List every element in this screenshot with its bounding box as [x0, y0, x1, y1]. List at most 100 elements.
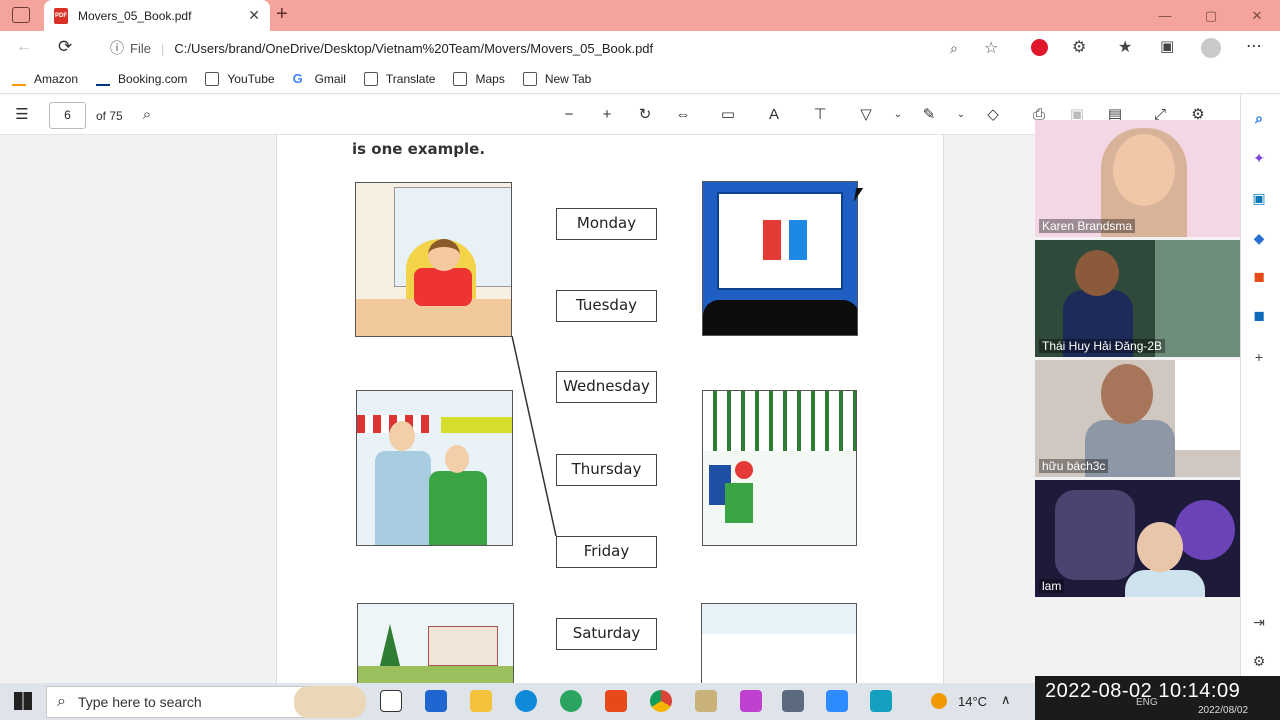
day-box-thursday: Thursday — [556, 454, 657, 486]
outlook-icon[interactable]: ◼ — [1249, 305, 1269, 325]
video-tile-2[interactable]: Thái Huy Hải Đăng-2B — [1035, 240, 1244, 357]
participant-name: lam — [1039, 579, 1065, 593]
tray-chevron-icon[interactable]: ∧ — [1001, 692, 1011, 708]
find-icon[interactable]: ⌕ — [136, 104, 158, 126]
office-icon[interactable]: ◼ — [1249, 266, 1269, 286]
zoom-icon[interactable]: ⌕ — [950, 40, 958, 57]
weather-icon — [931, 693, 947, 709]
maximize-icon[interactable]: ▢ — [1188, 0, 1234, 31]
contents-icon[interactable]: ☰ — [11, 104, 33, 126]
favorite-add-icon[interactable]: ☆ — [984, 38, 998, 58]
fit-width-icon[interactable]: ⇔ — [672, 104, 694, 126]
video-tile-1[interactable]: Karen Brandsma — [1035, 120, 1244, 237]
sidebar-settings-icon[interactable]: ⚙ — [1249, 651, 1269, 671]
url-box[interactable]: ⓘ File | C:/Users/brand/OneDrive/Desktop… — [96, 35, 1012, 61]
browser-tab[interactable]: PDF Movers_05_Book.pdf ✕ — [44, 0, 270, 31]
extensions-icon[interactable]: ⚙ — [1072, 37, 1086, 57]
day-box-saturday: Saturday — [556, 618, 657, 650]
windows-start-icon[interactable] — [14, 692, 32, 710]
back-icon[interactable]: ← — [16, 38, 32, 56]
page-number-input[interactable]: 6 — [49, 102, 86, 129]
zoom-icon[interactable] — [826, 690, 848, 712]
bookmarks-bar: Amazon Booking.com YouTube G Gmail Transl… — [0, 64, 1280, 94]
collections-icon[interactable]: ▣ — [1160, 37, 1174, 55]
page-icon — [205, 71, 220, 86]
eraser-icon[interactable]: ◇ — [982, 104, 1004, 126]
new-tab-button[interactable]: + — [276, 3, 288, 26]
lang-indicator[interactable]: ENG — [1136, 697, 1158, 708]
answer-line — [511, 335, 557, 537]
rotate-icon[interactable]: ↻ — [634, 104, 656, 126]
read-aloud-icon[interactable]: A — [763, 104, 785, 126]
minimize-icon[interactable]: — — [1142, 0, 1188, 31]
tab-close-icon[interactable]: ✕ — [248, 7, 260, 24]
profile-avatar[interactable] — [1201, 38, 1221, 58]
booking-icon — [96, 72, 111, 86]
edge-icon[interactable] — [515, 690, 537, 712]
video-tile-3[interactable]: hữu bách3c — [1035, 360, 1244, 477]
window-controls: — ▢ ✕ — [1142, 0, 1280, 31]
text-box-icon[interactable]: ⊤ — [809, 104, 831, 126]
bookmark-gmail[interactable]: G Gmail — [292, 70, 346, 86]
page-total: of 75 — [96, 109, 123, 123]
add-icon[interactable]: + — [1249, 347, 1269, 367]
chevron-down-icon[interactable]: ⌄ — [950, 104, 972, 126]
favorites-icon[interactable]: ★ — [1118, 37, 1132, 57]
opera-icon[interactable] — [1031, 39, 1048, 56]
url-divider: | — [160, 40, 165, 56]
globe-icon[interactable] — [560, 690, 582, 712]
draw-icon[interactable]: ▽ — [855, 104, 877, 126]
tab-actions-icon[interactable] — [12, 7, 30, 23]
picture-cinema — [702, 181, 858, 336]
zoom-in-icon[interactable]: + — [596, 104, 618, 126]
zoom-out-icon[interactable]: − — [558, 104, 580, 126]
picture-snowball — [702, 390, 857, 546]
day-box-friday: Friday — [556, 536, 657, 568]
page-view-icon[interactable]: ▭ — [717, 104, 739, 126]
search-placeholder: Type here to search — [77, 694, 202, 710]
info-icon: ⓘ — [110, 40, 124, 56]
shopping-icon[interactable]: ▣ — [1249, 188, 1269, 208]
store-icon[interactable] — [425, 690, 447, 712]
paint-icon[interactable] — [695, 690, 717, 712]
google-icon: G — [292, 70, 303, 86]
url-text: C:/Users/brand/OneDrive/Desktop/Vietnam%… — [174, 40, 654, 56]
close-window-icon[interactable]: ✕ — [1234, 0, 1280, 31]
day-box-monday: Monday — [556, 208, 657, 240]
page-icon — [522, 71, 537, 86]
search-icon[interactable]: ⌕ — [1249, 108, 1269, 128]
video-tile-4[interactable]: lam — [1035, 480, 1244, 597]
picture-market — [356, 390, 513, 546]
tab-title: Movers_05_Book.pdf — [78, 8, 192, 23]
bookmark-youtube[interactable]: YouTube — [205, 71, 275, 86]
camera-icon[interactable] — [782, 690, 804, 712]
picture-mountain — [701, 603, 857, 683]
chevron-down-icon[interactable]: ⌄ — [887, 104, 909, 126]
bookmark-amazon[interactable]: Amazon — [12, 72, 78, 86]
participant-name: Karen Brandsma — [1039, 219, 1136, 233]
pdf-icon: PDF — [54, 7, 68, 24]
app-icon[interactable] — [870, 690, 892, 712]
url-scheme-label: File — [130, 40, 151, 56]
bookmark-maps[interactable]: Maps — [453, 71, 505, 86]
file-explorer-icon[interactable] — [470, 690, 492, 712]
picture-cabin — [357, 603, 514, 683]
office-taskbar-icon[interactable] — [605, 690, 627, 712]
day-box-wednesday: Wednesday — [556, 371, 657, 403]
participant-name: hữu bách3c — [1039, 459, 1109, 473]
highlight-icon[interactable]: ✎ — [918, 104, 940, 126]
page-icon — [453, 71, 468, 86]
more-menu-icon[interactable]: ⋯ — [1246, 36, 1262, 56]
refresh-icon[interactable]: ⟳ — [58, 37, 72, 57]
participant-name: Thái Huy Hải Đăng-2B — [1039, 339, 1166, 353]
bookmark-translate[interactable]: Translate — [363, 71, 435, 86]
sidebar-toggle-icon[interactable]: ⇥ — [1249, 612, 1269, 632]
tray-date[interactable]: 2022/08/02 — [1198, 705, 1248, 716]
picsart-icon[interactable] — [740, 690, 762, 712]
chrome-icon[interactable] — [650, 690, 672, 712]
bookmark-booking[interactable]: Booking.com — [96, 72, 187, 86]
copilot-icon[interactable]: ✦ — [1249, 148, 1269, 168]
bookmark-new-tab[interactable]: New Tab — [522, 71, 591, 86]
task-view-icon[interactable] — [380, 690, 402, 712]
tools-icon[interactable]: ◆ — [1249, 228, 1269, 248]
